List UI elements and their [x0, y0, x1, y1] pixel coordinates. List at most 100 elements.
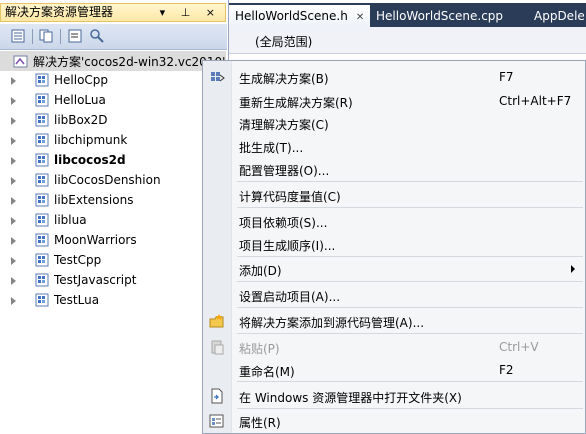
project-node[interactable]: libExtensions: [0, 191, 226, 211]
menu-item-set-startup-project[interactable]: 设置启动项目(A)...: [203, 283, 585, 307]
show-all-files-icon[interactable]: [38, 28, 54, 44]
expand-arrow-icon[interactable]: [11, 137, 16, 145]
project-label: liblua: [54, 213, 87, 227]
menu-item-open-folder[interactable]: 在 Windows 资源管理器中打开文件夹(X): [203, 384, 585, 408]
solution-root-node[interactable]: 解决方案'cocos2d-win32.vc2010': [0, 51, 226, 71]
scope-dropdown[interactable]: (全局范围): [229, 27, 586, 54]
project-label: TestLua: [54, 293, 100, 307]
project-node[interactable]: TestLua: [0, 291, 226, 311]
solution-explorer-toolbar: [0, 24, 227, 50]
menu-item-shortcut: F2: [499, 363, 514, 377]
cpp-project-icon: [35, 273, 50, 288]
expand-arrow-icon[interactable]: [11, 237, 16, 245]
expand-arrow-icon[interactable]: [11, 97, 16, 105]
project-label: libcocos2d: [54, 153, 126, 167]
editor-tab-strip: HelloWorldScene.h ✕ HelloWorldScene.cpp A…: [229, 3, 586, 27]
cpp-project-icon: [35, 93, 50, 108]
panel-title-controls[interactable]: ▾ ⊥ ×: [160, 4, 221, 21]
project-label: TestJavascript: [54, 273, 137, 287]
project-node[interactable]: TestJavascript: [0, 271, 226, 291]
tab-helloworldscene-h[interactable]: HelloWorldScene.h ✕: [229, 5, 371, 27]
cpp-project-icon: [35, 213, 50, 228]
menu-item-label: 清理解决方案(C): [239, 118, 329, 132]
solution-explorer-panel: 解决方案资源管理器 ▾ ⊥ × 解决方案'cocos2d-win32.vc201…: [0, 0, 229, 434]
expand-arrow-icon[interactable]: [11, 217, 16, 225]
menu-item-project-dependencies[interactable]: 项目依赖项(S)...: [203, 209, 585, 233]
menu-item-clean-solution[interactable]: 清理解决方案(C): [203, 111, 585, 135]
menu-item-paste[interactable]: 粘贴(P) Ctrl+V: [203, 335, 585, 359]
open-folder-icon: [209, 388, 225, 404]
menu-item-rebuild-solution[interactable]: 重新生成解决方案(R) Ctrl+Alt+F7: [203, 89, 585, 113]
panel-title-bar: 解决方案资源管理器 ▾ ⊥ ×: [0, 3, 226, 22]
menu-item-project-build-order[interactable]: 项目生成顺序(I)...: [203, 232, 585, 256]
menu-item-add-to-source-control[interactable]: 将解决方案添加到源代码管理(A)...: [203, 309, 585, 333]
cpp-project-icon: [35, 253, 50, 268]
menu-item-label: 生成解决方案(B): [239, 72, 329, 86]
menu-item-configuration-manager[interactable]: 配置管理器(O)...: [203, 157, 585, 181]
close-tab-icon[interactable]: ✕: [356, 12, 364, 23]
expand-arrow-icon[interactable]: [11, 277, 16, 285]
project-label: libCocosDenshion: [54, 173, 161, 187]
build-solution-icon: [209, 69, 225, 85]
project-node[interactable]: libBox2D: [0, 111, 226, 131]
panel-title: 解决方案资源管理器: [5, 5, 114, 19]
menu-item-rename[interactable]: 重命名(M) F2: [203, 358, 585, 382]
cpp-project-icon: [35, 73, 50, 88]
project-node[interactable]: HelloCpp: [0, 71, 226, 91]
menu-item-label: 粘贴(P): [239, 342, 280, 356]
expand-arrow-icon[interactable]: [11, 117, 16, 125]
cpp-project-icon: [35, 193, 50, 208]
menu-item-label: 在 Windows 资源管理器中打开文件夹(X): [239, 391, 462, 405]
menu-separator: [237, 333, 583, 334]
expand-arrow-icon[interactable]: [11, 297, 16, 305]
project-node[interactable]: libchipmunk: [0, 131, 226, 151]
menu-item-label: 添加(D): [239, 264, 282, 278]
menu-item-build-solution[interactable]: 生成解决方案(B) F7: [203, 65, 585, 89]
expand-arrow-icon[interactable]: [11, 197, 16, 205]
project-node[interactable]: libCocosDenshion: [0, 171, 226, 191]
solution-icon: [13, 54, 29, 72]
paste-icon: [209, 339, 225, 355]
menu-separator: [237, 181, 583, 182]
tab-appdelegate[interactable]: AppDele: [528, 5, 586, 27]
project-label: libExtensions: [54, 193, 134, 207]
project-node[interactable]: MoonWarriors: [0, 231, 226, 251]
cpp-project-icon: [35, 233, 50, 248]
expand-arrow-icon[interactable]: [11, 157, 16, 165]
menu-item-properties[interactable]: 属性(R): [203, 409, 585, 433]
project-node[interactable]: liblua: [0, 211, 226, 231]
project-node[interactable]: TestCpp: [0, 251, 226, 271]
menu-item-batch-build[interactable]: 批生成(T)...: [203, 134, 585, 158]
menu-item-label: 批生成(T)...: [239, 141, 304, 155]
menu-separator: [237, 281, 583, 282]
view-code-icon[interactable]: [67, 28, 83, 44]
tab-label: HelloWorldScene.cpp: [376, 9, 504, 23]
project-node[interactable]: HelloLua: [0, 91, 226, 111]
expand-arrow-icon[interactable]: [11, 77, 16, 85]
menu-item-add[interactable]: 添加(D): [203, 257, 585, 281]
add-to-source-control-icon: [209, 313, 225, 329]
menu-item-shortcut: F7: [499, 70, 514, 84]
expand-arrow-icon[interactable]: [11, 177, 16, 185]
cpp-project-icon: [35, 133, 50, 148]
project-node[interactable]: libcocos2d: [0, 151, 226, 171]
tab-label: AppDele: [534, 9, 585, 23]
tab-helloworldscene-cpp[interactable]: HelloWorldScene.cpp: [370, 5, 509, 27]
scope-label: (全局范围): [255, 35, 313, 49]
solution-context-menu: 生成解决方案(B) F7 重新生成解决方案(R) Ctrl+Alt+F7 清理解…: [202, 60, 586, 434]
menu-item-label: 重新生成解决方案(R): [239, 96, 353, 110]
menu-item-label: 计算代码度量值(C): [239, 190, 341, 204]
menu-item-code-metrics[interactable]: 计算代码度量值(C): [203, 183, 585, 207]
project-label: libchipmunk: [54, 133, 128, 147]
expand-arrow-icon[interactable]: [11, 257, 16, 265]
menu-item-label: 将解决方案添加到源代码管理(A)...: [239, 316, 425, 330]
solution-root-label: 解决方案'cocos2d-win32.vc2010': [33, 55, 226, 69]
project-label: libBox2D: [54, 113, 108, 127]
cpp-project-icon: [35, 173, 50, 188]
class-diagram-icon[interactable]: [89, 28, 105, 44]
project-label: MoonWarriors: [54, 233, 137, 247]
properties-icon: [209, 413, 225, 429]
menu-item-label: 属性(R): [239, 416, 281, 430]
project-label: TestCpp: [54, 253, 102, 267]
properties-toolbar-icon[interactable]: [10, 28, 26, 44]
